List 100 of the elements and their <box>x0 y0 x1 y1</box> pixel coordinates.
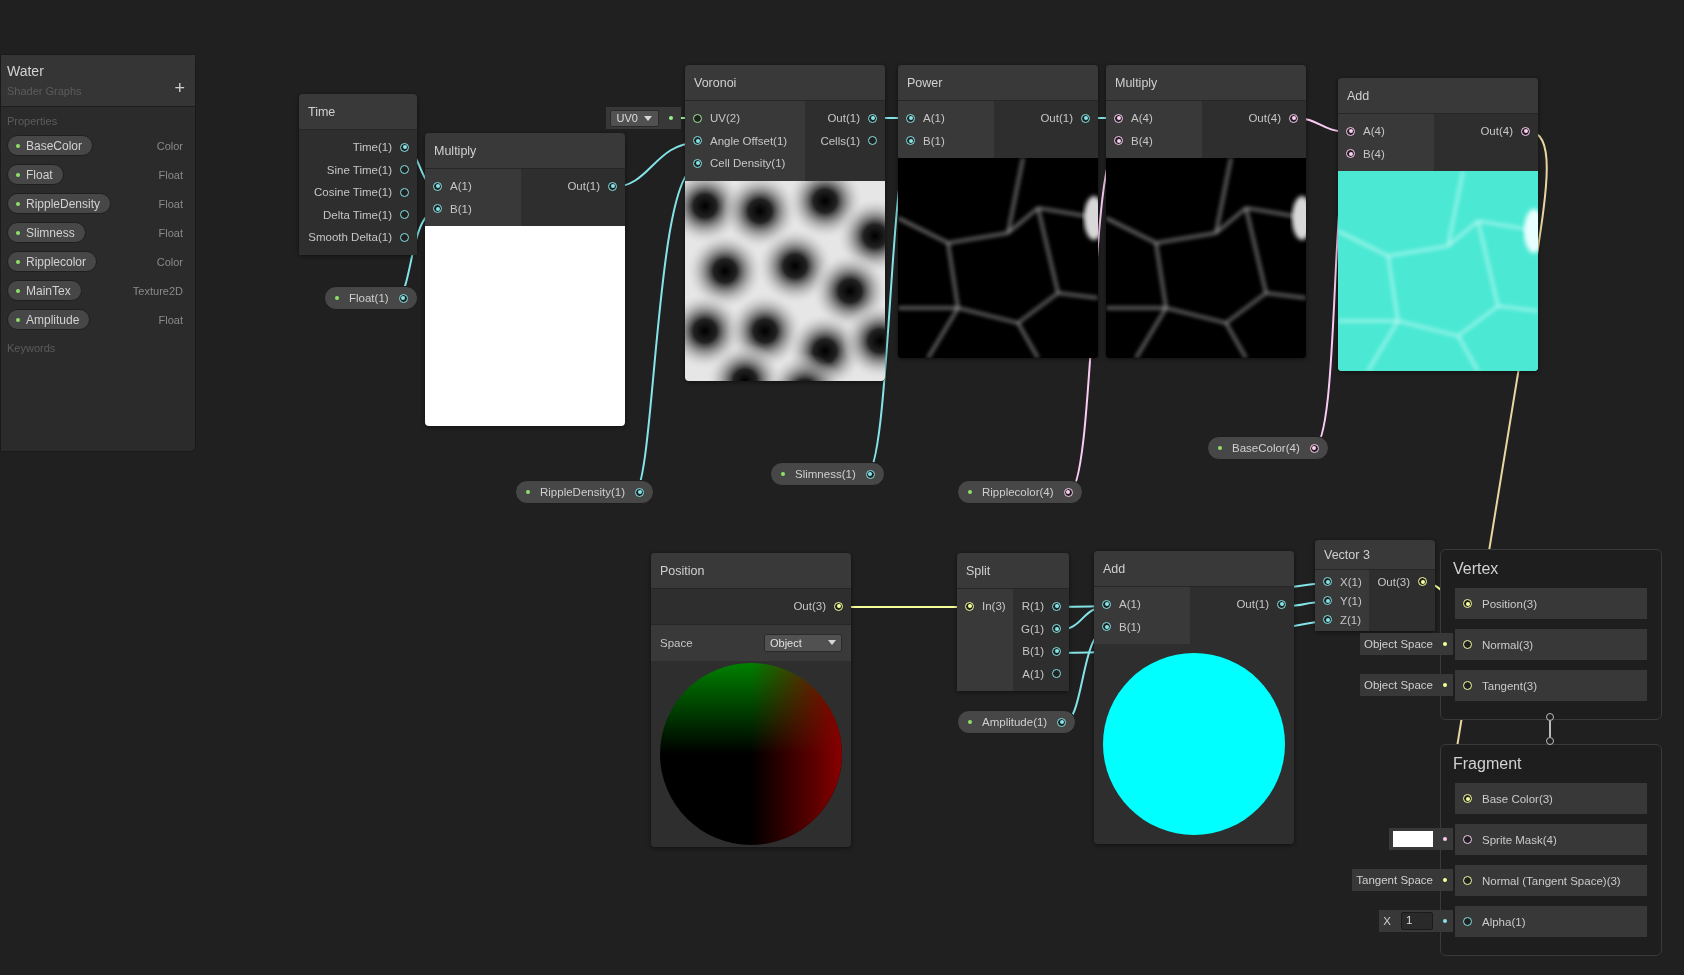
port-icon[interactable] <box>1052 601 1061 611</box>
input-port-label: Cell Density(1) <box>710 157 786 170</box>
port-icon[interactable] <box>398 293 408 303</box>
property-pill[interactable]: MainTex <box>7 280 82 301</box>
inline-field[interactable]: Object Space <box>1359 633 1453 655</box>
property-node[interactable]: RippleDensity(1) <box>515 480 654 504</box>
port-icon[interactable] <box>400 210 409 220</box>
graph-node[interactable]: Position Out(3) Space Object <box>651 553 851 847</box>
property-node[interactable]: Ripplecolor(4) <box>957 480 1083 504</box>
node-title: Vector 3 <box>1315 540 1435 570</box>
port-icon[interactable] <box>608 181 617 191</box>
control-label: Space <box>660 636 693 649</box>
port-icon[interactable] <box>1102 622 1111 632</box>
output-port-label: Cells(1) <box>820 134 860 147</box>
input-port-label: Angle Offset(1) <box>710 134 788 147</box>
port-icon[interactable] <box>1289 113 1298 123</box>
input-port-label: B(4) <box>1363 147 1385 160</box>
output-port-label: Out(3) <box>1377 575 1410 588</box>
property-pill[interactable]: RippleDensity <box>7 193 112 214</box>
property-type: Float <box>158 197 183 210</box>
port-icon[interactable] <box>1323 577 1332 586</box>
output-port-label: Cosine Time(1) <box>314 186 392 199</box>
port-icon[interactable] <box>1057 717 1067 727</box>
port-icon[interactable] <box>1346 149 1355 159</box>
input-port-label: Z(1) <box>1340 613 1362 626</box>
block-row[interactable]: Base Color(3) <box>1455 783 1647 814</box>
graph-node[interactable]: Multiply A(1) B(1) Out(1) <box>425 133 625 426</box>
input-port-label: A(4) <box>1363 125 1385 138</box>
output-port-label: Out(4) <box>1480 125 1513 138</box>
property-type: Float <box>158 168 183 181</box>
graph-node[interactable]: Add A(1) B(1) Out(1) <box>1094 551 1294 844</box>
port-icon[interactable] <box>400 165 409 175</box>
add-property-button[interactable]: + <box>174 79 185 97</box>
input-port-label: B(1) <box>450 202 472 215</box>
input-port-label: Y(1) <box>1340 594 1362 607</box>
input-port-label: B(1) <box>923 134 945 147</box>
port-icon[interactable] <box>400 187 409 197</box>
number-field[interactable]: 1 <box>1401 912 1433 930</box>
port-icon[interactable] <box>1463 917 1472 926</box>
port-icon[interactable] <box>1052 669 1061 679</box>
space-dropdown[interactable]: Object <box>764 633 842 652</box>
inline-field[interactable] <box>1389 828 1453 850</box>
property-pill[interactable]: Slimness <box>7 222 86 243</box>
port-icon[interactable] <box>433 204 442 214</box>
color-swatch[interactable] <box>1393 831 1433 847</box>
port-icon[interactable] <box>868 113 877 123</box>
port-icon[interactable] <box>1521 126 1530 136</box>
port-icon[interactable] <box>1323 615 1332 624</box>
port-icon[interactable] <box>433 181 442 191</box>
port-icon[interactable] <box>1463 835 1472 844</box>
property-pill[interactable]: Float <box>7 164 64 185</box>
block-row[interactable]: Position(3) <box>1455 588 1647 619</box>
property-node[interactable]: Amplitude(1) <box>957 710 1077 734</box>
port-icon[interactable] <box>693 136 702 146</box>
port-icon[interactable] <box>1323 596 1332 605</box>
port-icon[interactable] <box>1081 113 1090 123</box>
property-node[interactable]: BaseColor(4) <box>1207 436 1329 460</box>
input-port-label: A(1) <box>450 180 472 193</box>
input-port-label: B(4) <box>1131 134 1153 147</box>
port-icon[interactable] <box>635 487 644 497</box>
graph-node[interactable]: Vector 3 X(1) Y(1) Z(1) Out(3) <box>1315 540 1435 631</box>
graph-title: Water <box>7 63 45 79</box>
port-icon[interactable] <box>1114 136 1123 146</box>
port-icon[interactable] <box>693 158 702 168</box>
port-icon[interactable] <box>868 136 877 146</box>
output-port-label: Sine Time(1) <box>326 163 392 176</box>
property-pill[interactable]: Amplitude <box>7 309 91 330</box>
port-icon[interactable] <box>1346 126 1355 136</box>
port-icon[interactable] <box>400 142 409 152</box>
uv-dropdown[interactable]: UV0 <box>609 109 659 127</box>
node-title: Power <box>898 65 1098 101</box>
port-icon[interactable] <box>906 113 915 123</box>
port-icon[interactable] <box>1052 624 1061 634</box>
context-title: Fragment <box>1452 754 1523 774</box>
output-port-label: Out(1) <box>567 180 600 193</box>
property-node[interactable]: Float(1) <box>324 286 418 310</box>
property-pill[interactable]: Ripplecolor <box>7 251 98 272</box>
graph-node[interactable]: Add A(4) B(4) Out(4) <box>1338 78 1538 371</box>
output-port-label: Out(1) <box>827 112 860 125</box>
port-icon[interactable] <box>1102 599 1111 609</box>
port-icon[interactable] <box>1114 113 1123 123</box>
port-icon[interactable] <box>865 469 875 479</box>
inline-field[interactable]: Tangent Space <box>1352 869 1453 891</box>
port-icon[interactable] <box>906 136 915 146</box>
graph-node[interactable]: Split In(3) R(1) G(1) B(1) A(1) <box>957 553 1069 691</box>
inline-field[interactable]: X 1 <box>1379 910 1453 932</box>
inline-field[interactable]: Object Space <box>1359 674 1453 696</box>
output-port-label: A(1) <box>1022 667 1044 680</box>
property-pill[interactable]: BaseColor <box>7 135 94 156</box>
graph-node[interactable]: Power A(1) B(1) Out(1) <box>898 65 1098 358</box>
port-icon[interactable] <box>1052 646 1061 656</box>
port-icon[interactable] <box>1309 443 1319 453</box>
port-icon[interactable] <box>1277 599 1286 609</box>
property-node[interactable]: Slimness(1) <box>770 462 885 486</box>
graph-node[interactable]: Time Time(1) Sine Time(1) Cosine Time(1) Delta Time(1) Smooth Delta(1) <box>299 94 417 255</box>
port-icon[interactable] <box>693 113 702 123</box>
port-icon[interactable] <box>400 232 409 242</box>
node-title: Split <box>957 553 1069 589</box>
graph-node[interactable]: Multiply A(4) B(4) Out(4) <box>1106 65 1306 358</box>
port-icon[interactable] <box>1063 487 1073 497</box>
